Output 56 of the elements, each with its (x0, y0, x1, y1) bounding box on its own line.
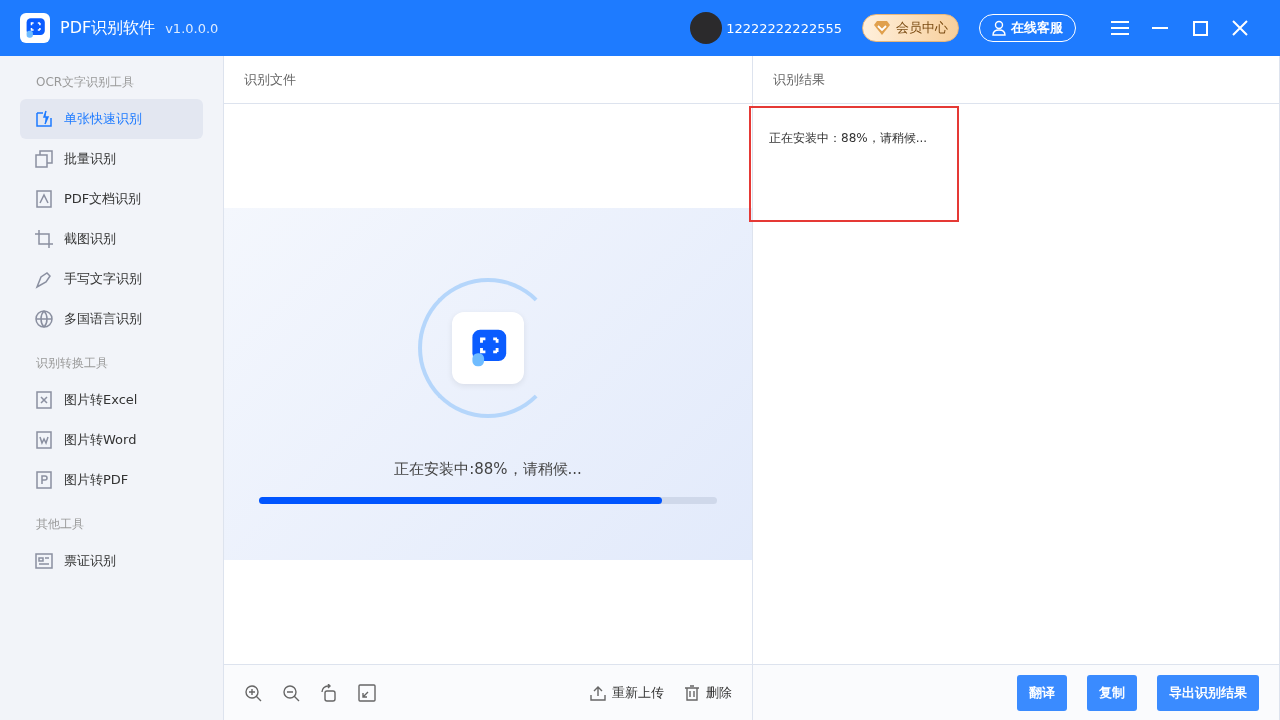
person-icon (992, 20, 1006, 36)
sidebar-item-label: PDF文档识别 (64, 190, 142, 208)
app-version: v1.0.0.0 (165, 20, 219, 36)
scan-bolt-icon (34, 109, 54, 129)
zoom-out-icon[interactable] (282, 683, 300, 702)
progress-text: 正在安装中:88%，请稍候... (394, 460, 582, 479)
sidebar-item-label: 批量识别 (64, 150, 116, 168)
pdf-file-icon (34, 189, 54, 209)
panel-title: 识别结果 (753, 56, 1279, 104)
username: 12222222222555 (726, 20, 842, 36)
sidebar-item[interactable]: 多国语言识别 (20, 299, 203, 339)
diamond-icon (873, 20, 891, 36)
close-icon[interactable] (1232, 20, 1248, 36)
sidebar-item-label: 单张快速识别 (64, 110, 142, 128)
globe-icon (34, 309, 54, 329)
reupload-button[interactable]: 重新上传 (590, 683, 664, 702)
sidebar-item-label: 票证识别 (64, 552, 116, 570)
sidebar-item[interactable]: 图片转PDF (20, 460, 203, 500)
w-file-icon (34, 430, 54, 450)
app-title: PDF识别软件 (60, 17, 156, 39)
sidebar-item-label: 图片转PDF (64, 471, 129, 489)
crop-icon (34, 229, 54, 249)
sidebar-item[interactable]: 批量识别 (20, 139, 203, 179)
maximize-icon[interactable] (1192, 20, 1208, 36)
sidebar-item[interactable]: 手写文字识别 (20, 259, 203, 299)
sidebar-item-label: 图片转Excel (64, 391, 138, 409)
section-title: 识别转换工具 (35, 355, 109, 372)
app-icon (452, 312, 524, 384)
panel-title: 识别文件 (224, 56, 752, 104)
sidebar-item-label: 截图识别 (64, 230, 116, 248)
result-text: 正在安装中：88%，请稍候... (769, 131, 928, 145)
sidebar-item[interactable]: 图片转Excel (20, 380, 203, 420)
user-avatar[interactable] (690, 12, 723, 44)
section-title: 其他工具 (35, 516, 85, 533)
zoom-in-icon[interactable] (244, 683, 262, 702)
sidebar-item-label: 手写文字识别 (64, 270, 142, 288)
sidebar-item[interactable]: PDF文档识别 (20, 179, 203, 219)
trash-icon (684, 684, 700, 701)
section-title: OCR文字识别工具 (35, 74, 136, 91)
app-logo (20, 13, 50, 43)
fit-screen-icon[interactable] (358, 683, 376, 702)
copy-icon (34, 149, 54, 169)
rotate-icon[interactable] (320, 683, 338, 702)
ticket-icon (34, 551, 54, 571)
x-file-icon (34, 390, 54, 410)
menu-icon[interactable] (1111, 21, 1129, 35)
sidebar-item-label: 图片转Word (64, 431, 137, 449)
sidebar-item[interactable]: 票证识别 (20, 541, 203, 581)
pen-icon (34, 269, 54, 289)
vip-center-button[interactable]: 会员中心 (862, 14, 959, 42)
sidebar-item[interactable]: 图片转Word (20, 420, 203, 460)
p-file-icon (34, 470, 54, 490)
sidebar-item[interactable]: 截图识别 (20, 219, 203, 259)
upload-icon (590, 684, 606, 701)
sidebar-item-label: 多国语言识别 (64, 310, 142, 328)
delete-button[interactable]: 删除 (684, 683, 732, 702)
